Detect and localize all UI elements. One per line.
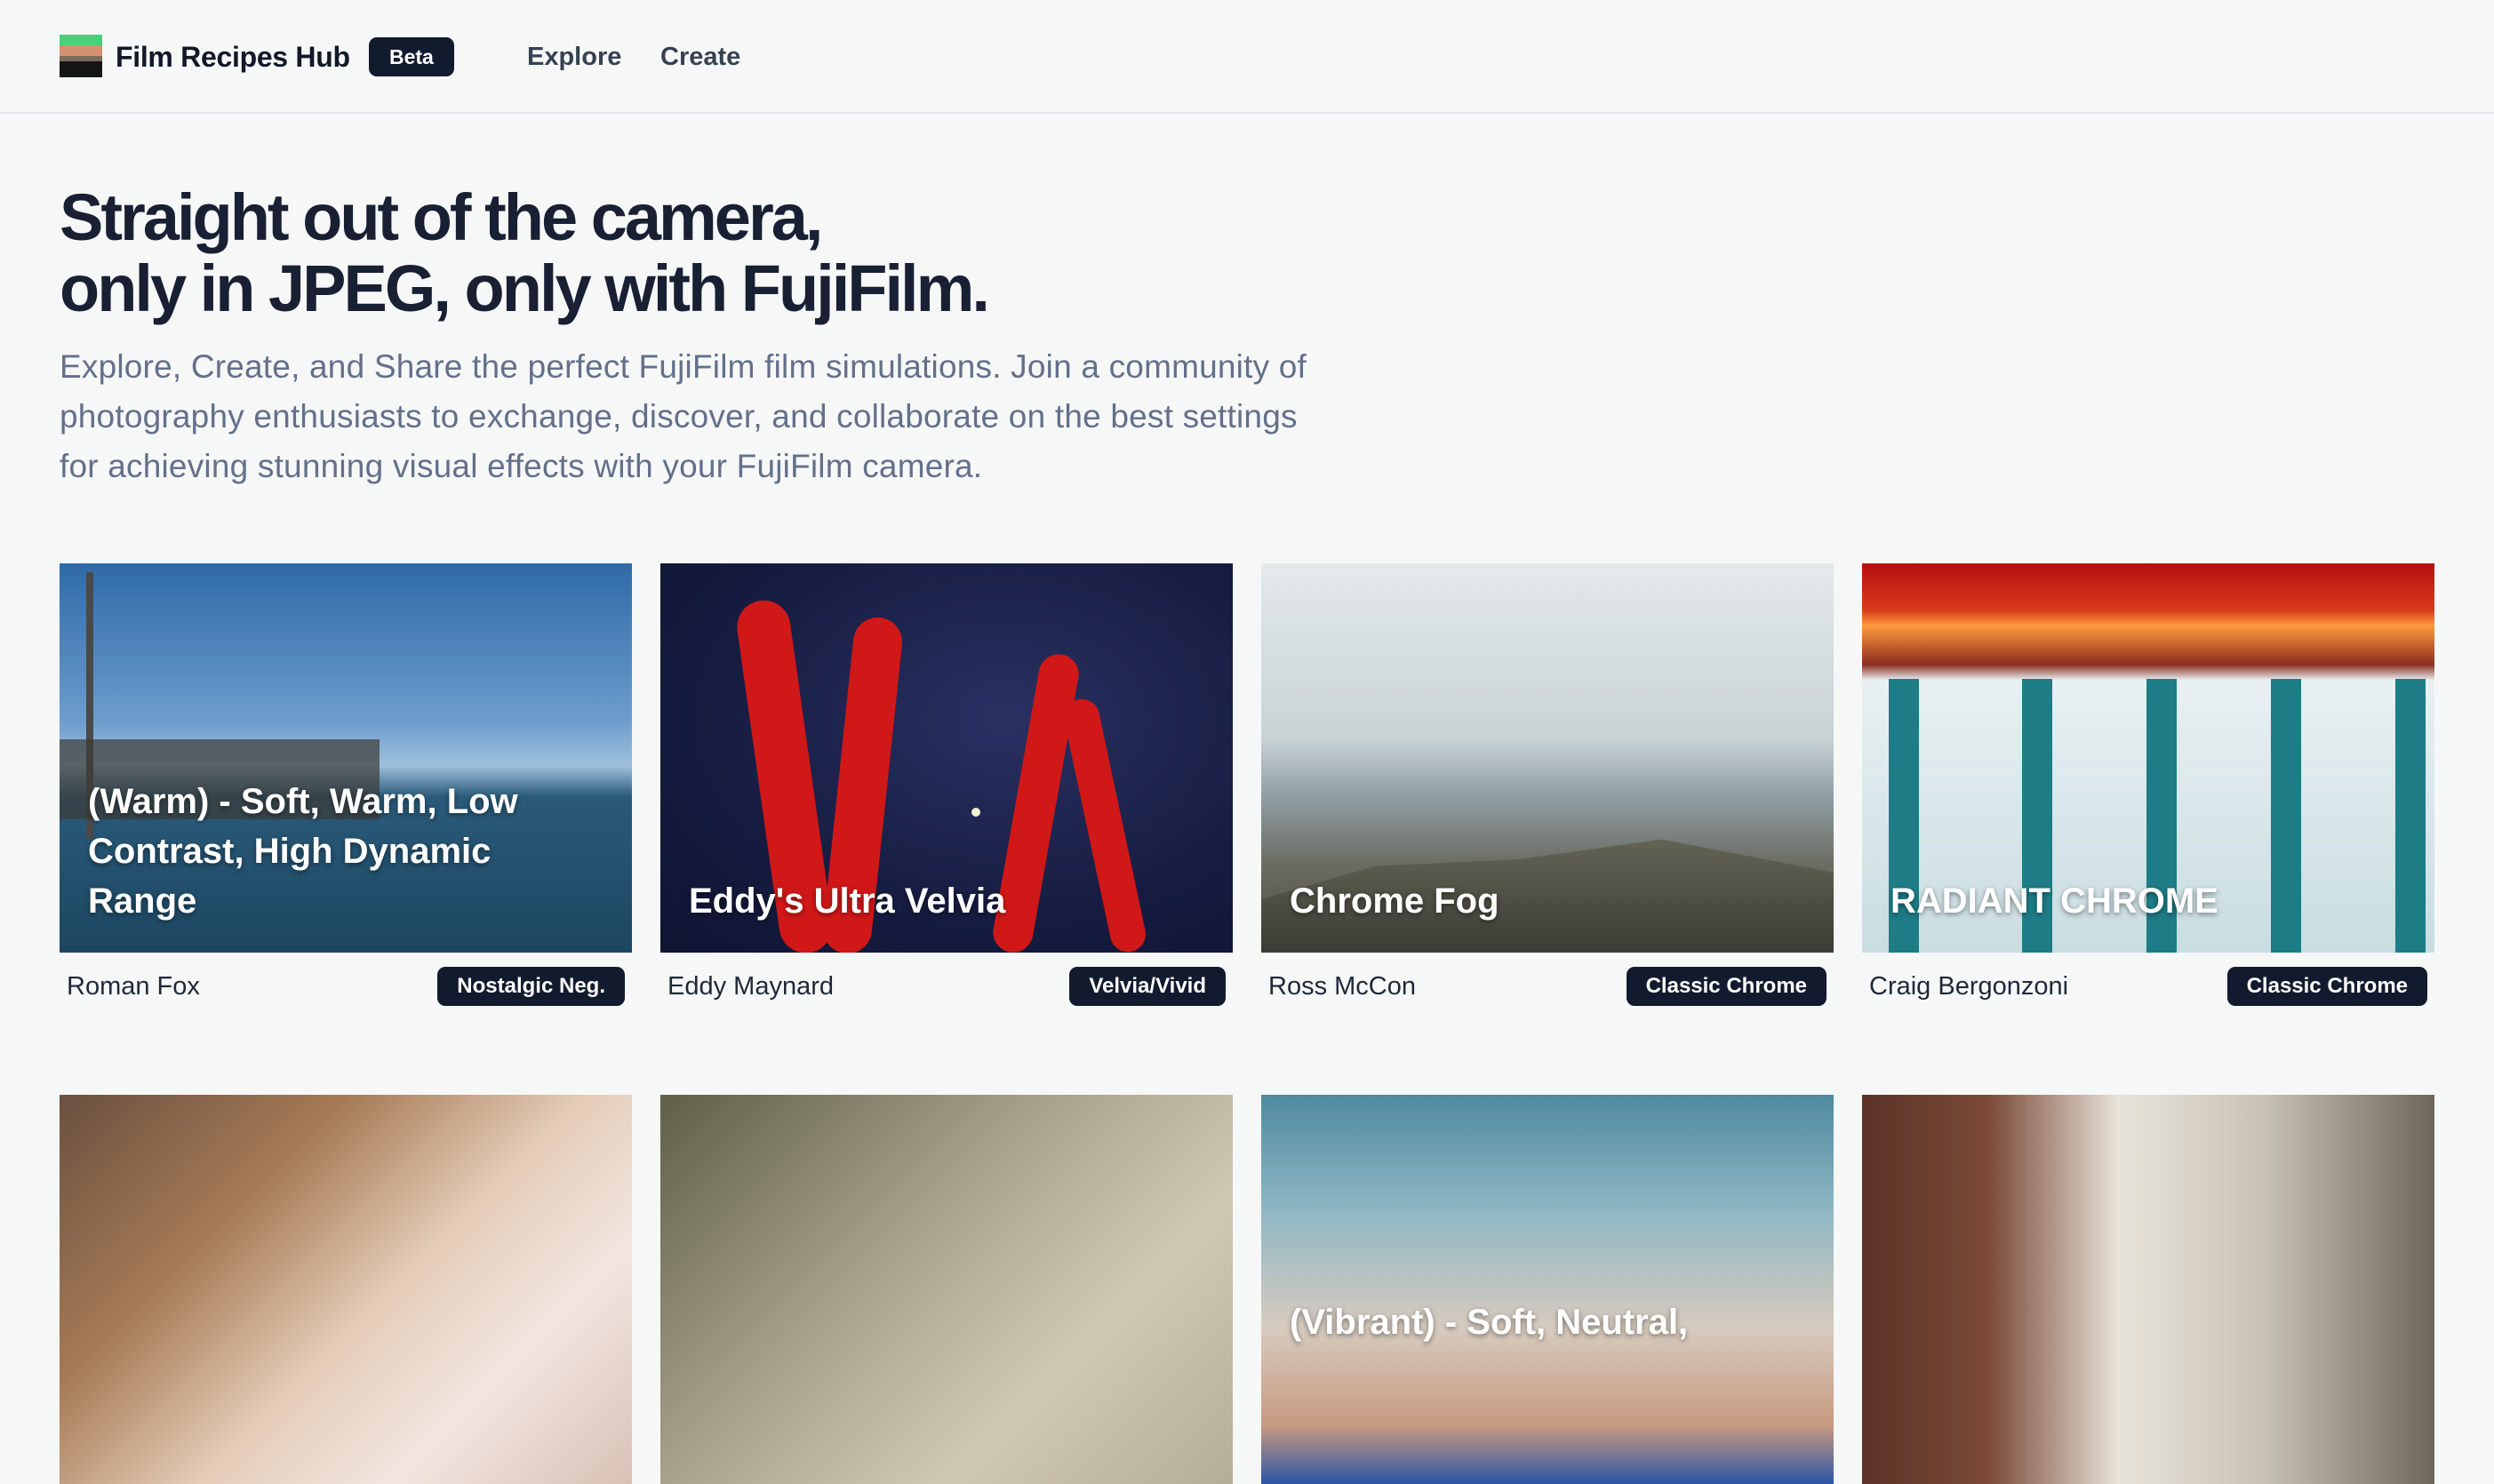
recipe-card[interactable]: RADIANT CHROME Craig Bergonzoni Classic … (1862, 563, 2434, 1009)
recipe-card[interactable] (660, 1095, 1233, 1484)
recipe-thumbnail[interactable]: Chrome Fog (1261, 563, 1834, 953)
film-simulation-badge: Nostalgic Neg. (437, 967, 625, 1006)
film-simulation-badge: Classic Chrome (2226, 967, 2427, 1006)
hero-title-line-2: only in JPEG, only with FujiFilm. (60, 251, 990, 325)
recipe-author[interactable]: Ross McCon (1268, 969, 1416, 1004)
recipe-thumbnail[interactable] (660, 1095, 1233, 1484)
nav-link-explore[interactable]: Explore (527, 37, 621, 76)
recipe-card[interactable] (60, 1095, 632, 1484)
recipe-card[interactable]: Eddy's Ultra Velvia Eddy Maynard Velvia/… (660, 563, 1233, 1009)
recipe-author[interactable]: Eddy Maynard (667, 969, 834, 1004)
recipe-thumbnail[interactable]: Eddy's Ultra Velvia (660, 563, 1233, 953)
recipe-card[interactable]: (Vibrant) - Soft, Neutral, (1261, 1095, 1834, 1484)
hero-title-line-1: Straight out of the camera, (60, 180, 823, 254)
brand-name[interactable]: Film Recipes Hub (116, 37, 350, 76)
recipe-thumbnail[interactable] (60, 1095, 632, 1484)
hero-title: Straight out of the camera, only in JPEG… (60, 180, 990, 325)
film-simulation-badge: Velvia/Vivid (1069, 967, 1226, 1006)
beta-badge: Beta (369, 37, 454, 76)
recipe-card[interactable]: Chrome Fog Ross McCon Classic Chrome (1261, 563, 1834, 1009)
recipe-title: Eddy's Ultra Velvia (689, 882, 1006, 921)
recipe-title: (Vibrant) - Soft, Neutral, (1290, 1303, 1689, 1342)
recipe-card[interactable] (1862, 1095, 2434, 1484)
film-simulation-badge: Classic Chrome (1626, 967, 1827, 1006)
film-recipes-logo-icon[interactable] (60, 35, 102, 77)
hero-description: Explore, Create, and Share the perfect F… (60, 348, 1307, 484)
recipe-thumbnail[interactable]: RADIANT CHROME (1862, 563, 2434, 953)
nav-link-create[interactable]: Create (660, 37, 740, 76)
recipe-author[interactable]: Roman Fox (67, 969, 200, 1004)
recipe-thumbnail[interactable] (1862, 1095, 2434, 1484)
recipe-thumbnail[interactable]: (Warm) - Soft, Warm, Low Contrast, High … (60, 563, 632, 953)
recipe-title: (Warm) - Soft, Warm, Low Contrast, High … (88, 782, 518, 921)
recipe-author[interactable]: Craig Bergonzoni (1869, 969, 2068, 1004)
recipe-card[interactable]: (Warm) - Soft, Warm, Low Contrast, High … (60, 563, 632, 1009)
recipe-title: RADIANT CHROME (1890, 882, 2218, 921)
top-nav-bar: Film Recipes Hub Beta Explore Create (0, 0, 2494, 114)
recipe-thumbnail[interactable]: (Vibrant) - Soft, Neutral, (1261, 1095, 1834, 1484)
recipe-title: Chrome Fog (1290, 882, 1499, 921)
